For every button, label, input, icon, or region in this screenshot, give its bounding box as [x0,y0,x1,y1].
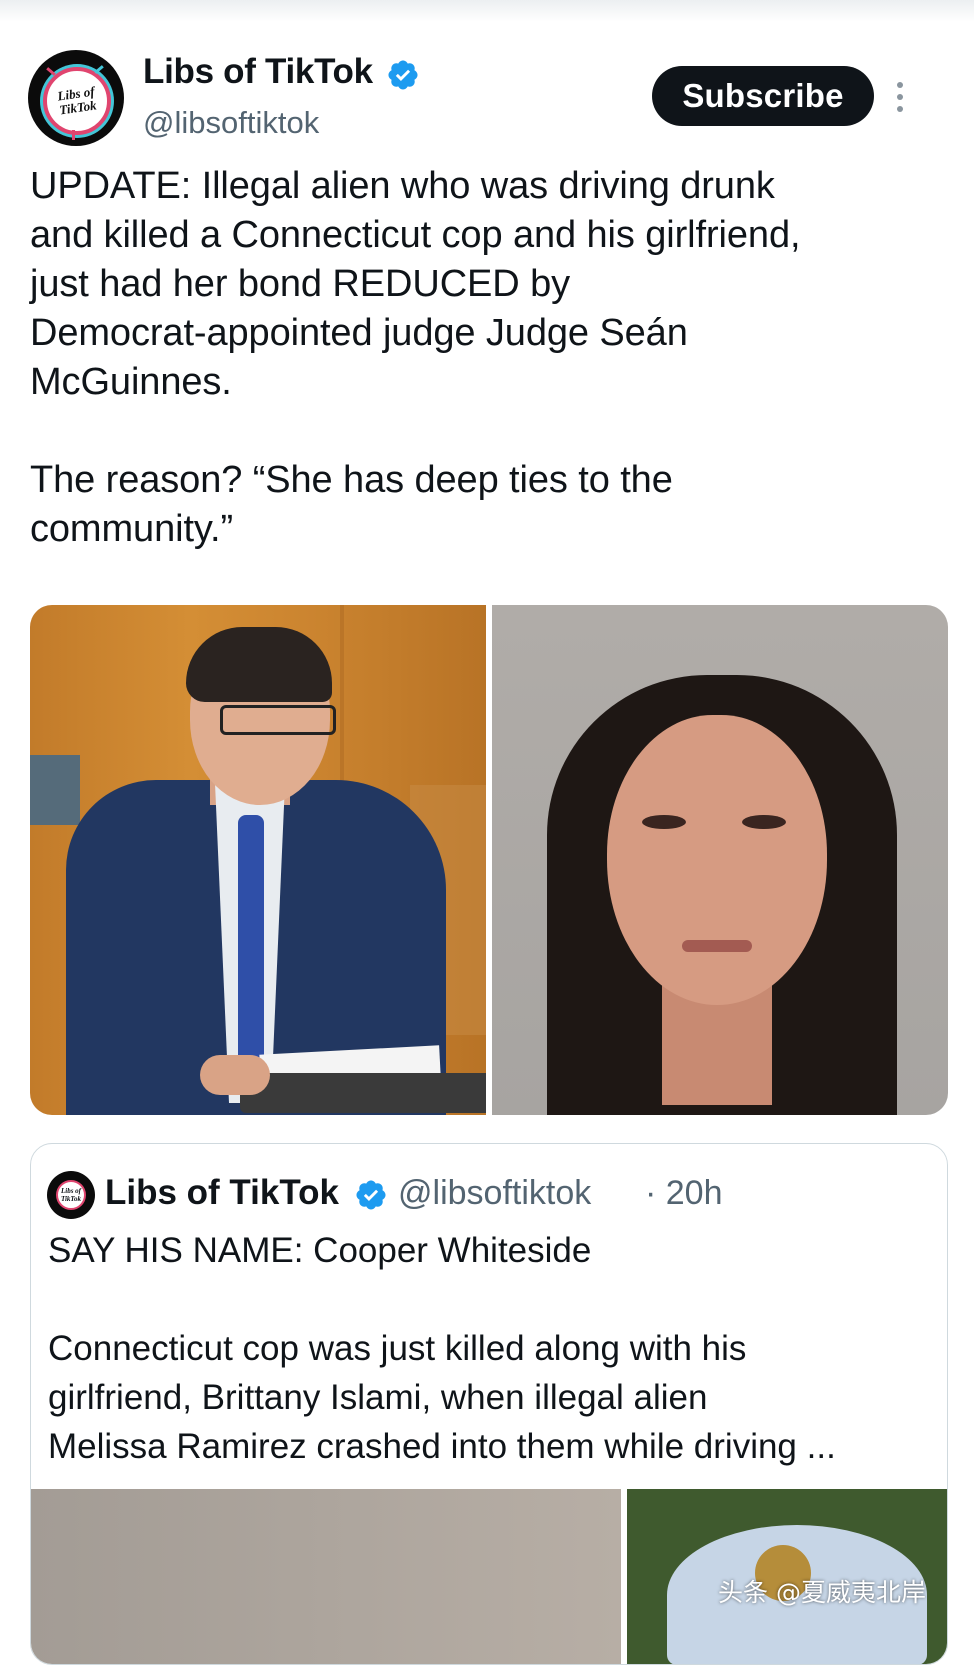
avatar-logo-text: Libs of TikTok [43,67,111,135]
mouth [682,940,752,952]
quoted-post-time[interactable]: · 20h [645,1174,723,1213]
top-edge [0,0,974,22]
post-media[interactable] [30,605,948,1115]
quoted-photo-1[interactable] [31,1489,621,1664]
face [607,715,827,1005]
quoted-author-avatar[interactable]: Libs of TikTok [47,1171,95,1219]
judge-photo[interactable] [30,605,486,1115]
eye [742,815,786,829]
mugshot-photo[interactable] [492,605,948,1115]
hair [186,627,332,702]
venus-symbol-icon [72,130,83,140]
hand [200,1055,270,1095]
wall-panel [30,755,80,825]
quoted-author-name[interactable]: Libs of TikTok [105,1173,339,1213]
avatar-logo-text: Libs of TikTok [56,1180,86,1210]
glasses [220,705,336,735]
avatar-logo-ring: Libs of TikTok [43,67,111,135]
subscribe-button[interactable]: Subscribe [652,66,874,126]
author-avatar[interactable]: Libs of TikTok [28,50,124,146]
tie [238,815,264,1095]
podium [240,1073,486,1113]
author-name[interactable]: Libs of TikTok [143,52,373,92]
post-text: UPDATE: Illegal alien who was driving dr… [30,165,801,550]
quoted-author-handle[interactable]: @libsoftiktok [398,1174,591,1213]
eye [642,815,686,829]
verified-badge-icon [388,60,418,90]
more-vertical-icon[interactable] [896,82,904,112]
avatar-logo-line2: TikTok [58,97,98,118]
watermark: 头条 @夏威夷北岸 [718,1578,926,1607]
verified-badge-icon [356,1180,386,1210]
quoted-post-text: SAY HIS NAME: Cooper Whiteside Connectic… [48,1231,836,1466]
author-handle[interactable]: @libsoftiktok [143,105,319,141]
